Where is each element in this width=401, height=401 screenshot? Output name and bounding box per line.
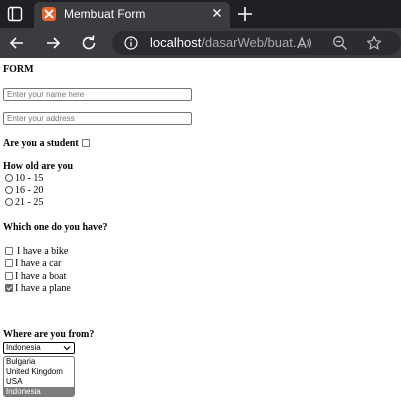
age-radio[interactable] [5,198,13,206]
nav-bar: localhost/dasarWeb/buat... [0,28,401,58]
country-option[interactable]: USA [4,377,74,387]
favorite-star-icon[interactable] [366,35,382,51]
new-tab-icon[interactable] [236,5,254,23]
age-option-label: 10 - 15 [15,173,44,184]
tab-actions-icon[interactable] [6,5,24,23]
have-option-label: I have a car [15,258,62,269]
plane-checkbox[interactable] [5,284,13,292]
form-heading: FORM [3,64,34,75]
url-text: localhost/dasarWeb/buat... [150,35,304,50]
forward-arrow-icon[interactable] [44,34,62,52]
tab-title: Membuat Form [64,7,146,21]
url-host: localhost [150,35,202,50]
country-select[interactable]: Indonesia [3,342,75,354]
have-option-label: I have a plane [15,283,71,294]
country-option[interactable]: United Kingdom [4,367,74,377]
tab-bar: Membuat Form [0,0,401,28]
age-radio[interactable] [5,174,13,182]
student-checkbox[interactable] [82,139,90,147]
address-bar[interactable]: localhost/dasarWeb/buat... [112,31,401,55]
have-option-label: I have a bike [17,246,69,257]
age-option-label: 21 - 25 [15,197,44,208]
info-icon[interactable] [124,36,138,50]
browser-tab[interactable]: Membuat Form [34,2,230,28]
refresh-icon[interactable] [80,34,98,52]
have-label: Which one do you have? [3,222,108,233]
country-option[interactable]: Bulgaria [4,357,74,367]
age-label: How old are you [3,161,74,172]
chevron-down-icon [63,346,71,351]
bike-checkbox[interactable] [5,247,13,255]
address-input[interactable] [3,112,192,125]
zoom-out-icon[interactable] [332,35,348,51]
close-tab-icon[interactable] [210,6,224,20]
age-radio[interactable] [5,186,13,194]
favicon-icon [42,7,56,21]
car-checkbox[interactable] [5,259,13,267]
boat-checkbox[interactable] [5,272,13,280]
read-aloud-icon[interactable] [296,35,312,51]
country-option-selected[interactable]: Indonesia [4,387,74,396]
age-option-label: 16 - 20 [15,185,44,196]
have-option-label: I have a boat [15,271,67,282]
student-label: Are you a student [3,138,79,149]
page-content: FORM Are you a student How old are you 1… [0,58,401,401]
country-select-value: Indonesia [6,343,41,352]
name-input[interactable] [3,88,192,101]
url-path: /dasarWeb/buat... [201,35,304,50]
country-listbox[interactable]: Bulgaria United Kingdom USA Indonesia [3,356,75,397]
back-arrow-icon[interactable] [8,34,26,52]
from-label: Where are you from? [3,329,95,340]
